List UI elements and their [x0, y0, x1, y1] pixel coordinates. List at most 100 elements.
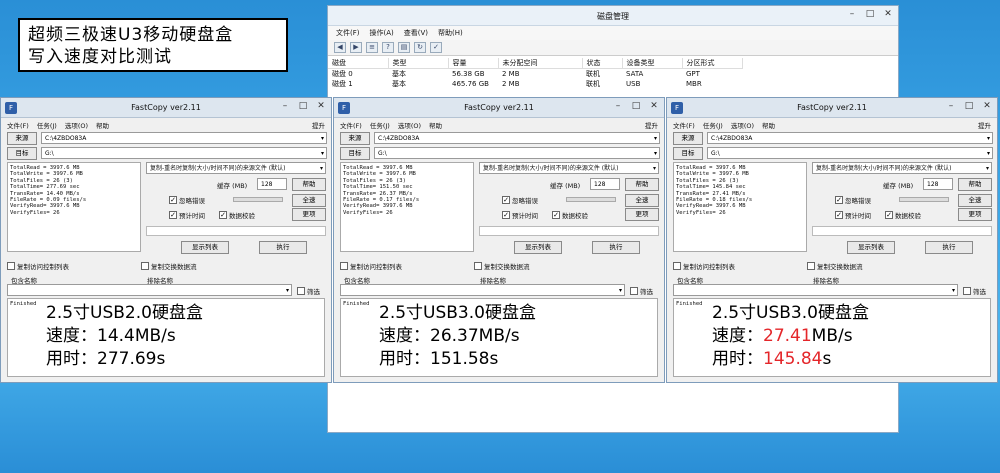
full-speed-button[interactable]: 全速: [292, 194, 326, 207]
dest-field[interactable]: G:\ ▾: [707, 147, 993, 159]
buffer-input[interactable]: 128: [923, 178, 953, 190]
menu-tip[interactable]: 提升: [978, 120, 991, 130]
close-button[interactable]: ✕: [315, 101, 327, 111]
alt-stream-checkbox[interactable]: 复制交换数据流: [141, 261, 197, 271]
dropdown-icon[interactable]: ▾: [987, 134, 990, 143]
verify-checkbox[interactable]: ✓ 数据校验: [885, 210, 921, 220]
acl-checkbox[interactable]: 复制访问控制列表: [7, 261, 69, 271]
execute-button[interactable]: 执行: [925, 241, 973, 254]
minimize-button[interactable]: –: [612, 101, 624, 111]
dropdown-icon[interactable]: ▾: [653, 164, 656, 173]
estimate-time-checkbox[interactable]: ✓ 预计时间: [169, 210, 205, 220]
dest-field[interactable]: G:\ ▾: [41, 147, 327, 159]
acl-checkbox[interactable]: 复制访问控制列表: [340, 261, 402, 271]
close-button[interactable]: ✕: [882, 9, 894, 19]
menu-help[interactable]: 帮助: [96, 120, 109, 130]
source-field[interactable]: C:\4ZBDO83A ▾: [41, 132, 327, 144]
source-button[interactable]: 来源: [673, 132, 703, 145]
buffer-input[interactable]: 128: [257, 178, 287, 190]
list-icon[interactable]: ≡: [366, 42, 378, 53]
col-unallocated[interactable]: 未分配空间: [498, 58, 583, 69]
estimate-time-checkbox[interactable]: ✓ 预计时间: [502, 210, 538, 220]
refresh-icon[interactable]: ↻: [414, 42, 426, 53]
alt-stream-checkbox[interactable]: 复制交换数据流: [474, 261, 530, 271]
maximize-button[interactable]: □: [864, 9, 876, 19]
dropdown-icon[interactable]: ▾: [952, 286, 955, 295]
col-partition-style[interactable]: 分区形式: [682, 58, 743, 69]
dropdown-icon[interactable]: ▾: [321, 149, 324, 158]
menu-options[interactable]: 选项(O): [65, 120, 88, 130]
minimize-button[interactable]: –: [846, 9, 858, 19]
menu-options[interactable]: 选项(O): [731, 120, 754, 130]
menu-help[interactable]: 帮助: [429, 120, 442, 130]
source-field[interactable]: C:\4ZBDO83A ▾: [707, 132, 993, 144]
buffer-input[interactable]: 128: [590, 178, 620, 190]
col-device-type[interactable]: 设备类型: [622, 58, 683, 69]
menu-tip[interactable]: 提升: [312, 120, 325, 130]
forward-icon[interactable]: ▶: [350, 42, 362, 53]
options-button[interactable]: 更项: [292, 208, 326, 221]
speed-slider[interactable]: [899, 197, 949, 202]
ignore-errors-checkbox[interactable]: ✓ 忽略错误: [835, 195, 871, 205]
list-button[interactable]: 显示列表: [181, 241, 229, 254]
help-button[interactable]: 帮助: [292, 178, 326, 191]
back-icon[interactable]: ◀: [334, 42, 346, 53]
full-speed-button[interactable]: 全速: [625, 194, 659, 207]
menu-options[interactable]: 选项(O): [398, 120, 421, 130]
menu-job[interactable]: 任务(J): [703, 120, 723, 130]
verify-checkbox[interactable]: ✓ 数据校验: [552, 210, 588, 220]
mode-select[interactable]: 复制-重名时复制(大小/时间不同)的来源文件 (默认) ▾: [479, 162, 659, 174]
ignore-errors-checkbox[interactable]: ✓ 忽略错误: [502, 195, 538, 205]
dropdown-icon[interactable]: ▾: [654, 134, 657, 143]
menu-job[interactable]: 任务(J): [37, 120, 57, 130]
dropdown-icon[interactable]: ▾: [320, 164, 323, 173]
dest-button[interactable]: 目标: [340, 147, 370, 160]
full-speed-button[interactable]: 全速: [958, 194, 992, 207]
options-button[interactable]: 更项: [625, 208, 659, 221]
mode-select[interactable]: 复制-重名时复制(大小/时间不同)的来源文件 (默认) ▾: [812, 162, 992, 174]
menu-file[interactable]: 文件(F): [340, 120, 362, 130]
maximize-button[interactable]: □: [630, 101, 642, 111]
dropdown-icon[interactable]: ▾: [286, 286, 289, 295]
maximize-button[interactable]: □: [963, 101, 975, 111]
ignore-errors-checkbox[interactable]: ✓ 忽略错误: [169, 195, 205, 205]
dropdown-icon[interactable]: ▾: [321, 134, 324, 143]
help-button[interactable]: 帮助: [625, 178, 659, 191]
col-capacity[interactable]: 容量: [448, 58, 499, 69]
menu-file[interactable]: 文件(F): [7, 120, 29, 130]
check-icon[interactable]: ✓: [430, 42, 442, 53]
dropdown-icon[interactable]: ▾: [619, 286, 622, 295]
filter-input[interactable]: ▾: [7, 284, 292, 296]
source-field[interactable]: C:\4ZBDO83A ▾: [374, 132, 660, 144]
estimate-time-checkbox[interactable]: ✓ 预计时间: [835, 210, 871, 220]
help-icon[interactable]: ?: [382, 42, 394, 53]
table-row[interactable]: 磁盘 1 基本 465.76 GB 2 MB 联机 USB MBR: [328, 79, 742, 89]
dest-button[interactable]: 目标: [7, 147, 37, 160]
properties-icon[interactable]: ▤: [398, 42, 410, 53]
filter-checkbox[interactable]: 筛选: [297, 286, 320, 296]
dropdown-icon[interactable]: ▾: [986, 164, 989, 173]
close-button[interactable]: ✕: [981, 101, 993, 111]
menu-help[interactable]: 帮助(H): [438, 28, 463, 38]
verify-checkbox[interactable]: ✓ 数据校验: [219, 210, 255, 220]
speed-slider[interactable]: [566, 197, 616, 202]
source-button[interactable]: 来源: [340, 132, 370, 145]
menu-view[interactable]: 查看(V): [404, 28, 428, 38]
col-type[interactable]: 类型: [388, 58, 449, 69]
close-button[interactable]: ✕: [648, 101, 660, 111]
menu-file[interactable]: 文件(F): [336, 28, 360, 38]
filter-checkbox[interactable]: 筛选: [963, 286, 986, 296]
acl-checkbox[interactable]: 复制访问控制列表: [673, 261, 735, 271]
list-button[interactable]: 显示列表: [514, 241, 562, 254]
execute-button[interactable]: 执行: [259, 241, 307, 254]
minimize-button[interactable]: –: [279, 101, 291, 111]
source-button[interactable]: 来源: [7, 132, 37, 145]
col-status[interactable]: 状态: [582, 58, 623, 69]
dest-button[interactable]: 目标: [673, 147, 703, 160]
alt-stream-checkbox[interactable]: 复制交换数据流: [807, 261, 863, 271]
filter-input[interactable]: ▾: [673, 284, 958, 296]
mode-select[interactable]: 复制-重名时复制(大小/时间不同)的来源文件 (默认) ▾: [146, 162, 326, 174]
menu-action[interactable]: 操作(A): [370, 28, 394, 38]
speed-slider[interactable]: [233, 197, 283, 202]
execute-button[interactable]: 执行: [592, 241, 640, 254]
